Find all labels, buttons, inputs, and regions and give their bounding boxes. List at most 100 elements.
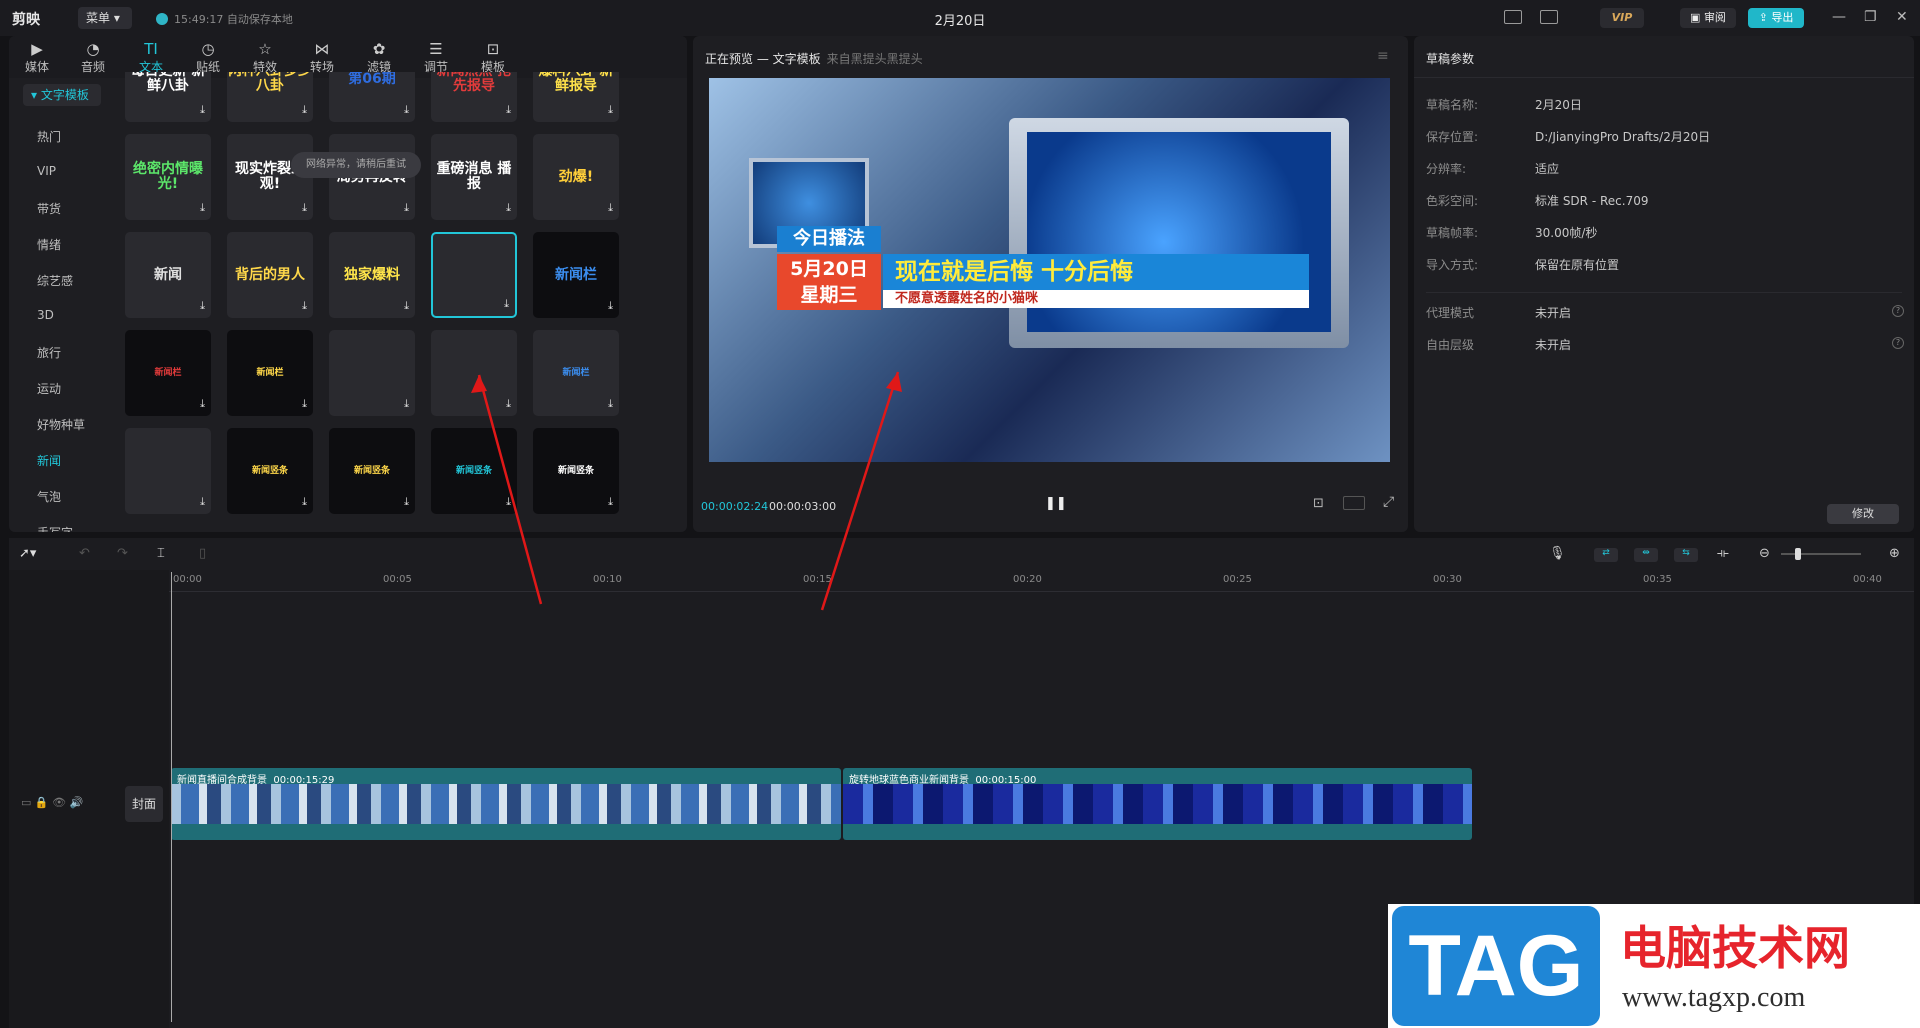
snap-icon[interactable]: ⇹ [1634,548,1658,562]
keyboard-icon[interactable] [1504,10,1522,24]
video-clip-2[interactable]: 旋转地球蓝色商业新闻背景 00:00:15:00 [843,768,1472,840]
zoom-slider[interactable] [1781,553,1861,555]
vip-button[interactable]: VIP [1600,8,1644,28]
help-icon[interactable]: ? [1892,337,1904,349]
zoom-out-icon[interactable]: ⊖ [1759,546,1770,561]
download-icon[interactable]: ⤓ [200,201,205,215]
template-tile[interactable]: 新闻竖条 ⤓ [431,428,517,514]
download-icon[interactable]: ⤓ [200,103,205,117]
fullscreen-icon[interactable]: ⤢ [1383,494,1394,510]
template-tile[interactable]: ⤓ [431,330,517,416]
category-item[interactable]: 带货 [37,200,61,217]
restore-icon[interactable]: ❐ [1864,9,1877,25]
template-tile[interactable]: 爆料八卦 新鲜报导 ⤓ [533,72,619,122]
category-item[interactable]: 3D [37,308,54,322]
linkage-icon[interactable]: ⇆ [1674,548,1698,562]
download-icon[interactable]: ⤓ [608,201,613,215]
download-icon[interactable]: ⤓ [404,103,409,117]
category-item-news[interactable]: 新闻 [37,452,61,469]
tab-filter[interactable]: ✿ 滤镜 [359,40,399,75]
review-button[interactable]: ▣ 审阅 [1680,8,1736,28]
category-item[interactable]: 气泡 [37,488,61,505]
template-tile[interactable]: ⤓ [329,330,415,416]
download-icon[interactable]: ⤓ [506,201,511,215]
cover-button[interactable]: 封面 [125,786,163,822]
template-tile[interactable]: ⤓ [125,428,211,514]
ratio-icon[interactable] [1343,496,1365,510]
playhead[interactable] [171,572,172,1022]
template-tile[interactable]: 新闻栏 ⤓ [125,330,211,416]
category-item[interactable]: 旅行 [37,344,61,361]
template-tile[interactable]: 劲爆! ⤓ [533,134,619,220]
template-tile[interactable]: 新闻栏 ⤓ [533,232,619,318]
tab-effects[interactable]: ☆ 特效 [245,40,285,75]
template-tile[interactable]: 新闻栏 ⤓ [227,330,313,416]
category-text-template[interactable]: ▾ 文字模板 [23,84,101,106]
menu-icon[interactable]: ≡ [1377,48,1389,64]
modify-button[interactable]: 修改 [1827,504,1899,524]
video-canvas[interactable]: 今日播法 5月20日 星期三 现在就是后悔 十分后悔 不愿意透露姓名的小猫咪 [709,78,1390,462]
time-ruler[interactable]: 00:00 00:05 00:10 00:15 00:20 00:25 00:30 00:35… [169,570,1914,592]
download-icon[interactable]: ⤓ [404,201,409,215]
template-tile[interactable]: 新闻竖条 ⤓ [227,428,313,514]
template-tile[interactable]: 绝密内情曝光! ⤓ [125,134,211,220]
template-tile[interactable]: 新闻栏 ⤓ [533,330,619,416]
category-item[interactable]: 运动 [37,380,61,397]
preview-axis-icon[interactable]: ⟛ [1717,546,1729,561]
tab-adjust[interactable]: ☰ 调节 [416,40,456,75]
template-tile[interactable]: ⤓ [431,232,517,318]
download-icon[interactable]: ⤓ [302,201,307,215]
download-icon[interactable]: ⤓ [404,299,409,313]
microphone-icon[interactable]: 🎙 [1549,546,1566,561]
download-icon[interactable]: ⤓ [404,495,409,509]
delete-icon[interactable]: ▯ [199,546,206,561]
tab-media[interactable]: ▶ 媒体 [17,40,57,75]
tab-text[interactable]: TI 文本 [131,40,171,75]
download-icon[interactable]: ⤓ [608,103,613,117]
zoom-in-icon[interactable]: ⊕ [1889,546,1900,561]
download-icon[interactable]: ⤓ [302,103,307,117]
template-tile[interactable]: 新闻 ⤓ [125,232,211,318]
help-icon[interactable]: ? [1892,305,1904,317]
tab-sticker[interactable]: ◷ 贴纸 [188,40,228,75]
download-icon[interactable]: ⤓ [608,299,613,313]
minimize-icon[interactable]: — [1832,9,1846,25]
download-icon[interactable]: ⤓ [608,495,613,509]
download-icon[interactable]: ⤓ [302,299,307,313]
tab-transition[interactable]: ⋈ 转场 [302,40,342,75]
undo-icon[interactable]: ↶ [79,546,90,561]
video-clip-1[interactable]: 新闻直播间合成背景 00:00:15:29 [171,768,841,840]
download-icon[interactable]: ⤓ [200,299,205,313]
template-tile[interactable]: 独家爆料 ⤓ [329,232,415,318]
template-tile[interactable]: 新闻竖条 ⤓ [533,428,619,514]
tab-template[interactable]: ⊡ 模板 [473,40,513,75]
download-icon[interactable]: ⤓ [506,397,511,411]
template-tile[interactable]: 每日更新 新鲜八卦 ⤓ [125,72,211,122]
template-tile[interactable]: 第06期 ⤓ [329,72,415,122]
template-tile[interactable]: 两种八卦多少八卦 ⤓ [227,72,313,122]
export-button[interactable]: ⇪ 导出 [1748,8,1804,28]
redo-icon[interactable]: ↷ [117,546,128,561]
download-icon[interactable]: ⤓ [302,495,307,509]
download-icon[interactable]: ⤓ [200,397,205,411]
layout-icon[interactable] [1540,10,1558,24]
category-item[interactable]: VIP [37,164,56,178]
category-item[interactable]: 热门 [37,128,61,145]
category-item[interactable]: 手写字 [37,524,73,532]
category-item[interactable]: 好物种草 [37,416,85,433]
template-tile[interactable]: 新闻热点 抢先报导 ⤓ [431,72,517,122]
zoom-slider-handle[interactable] [1795,548,1801,560]
close-icon[interactable]: ✕ [1896,9,1908,25]
template-tile[interactable]: 背后的男人 ⤓ [227,232,313,318]
template-tile[interactable]: 新闻竖条 ⤓ [329,428,415,514]
download-icon[interactable]: ⤓ [302,397,307,411]
pause-button[interactable]: ❚❚ [1045,496,1067,511]
download-icon[interactable]: ⤓ [200,495,205,509]
tab-audio[interactable]: ◔ 音频 [73,40,113,75]
download-icon[interactable]: ⤓ [404,397,409,411]
template-tile[interactable]: 重磅消息 播报 ⤓ [431,134,517,220]
download-icon[interactable]: ⤓ [504,297,509,311]
select-tool-icon[interactable]: ➚▾ [19,546,36,561]
category-item[interactable]: 情绪 [37,236,61,253]
split-icon[interactable]: ⌶ [157,546,165,561]
